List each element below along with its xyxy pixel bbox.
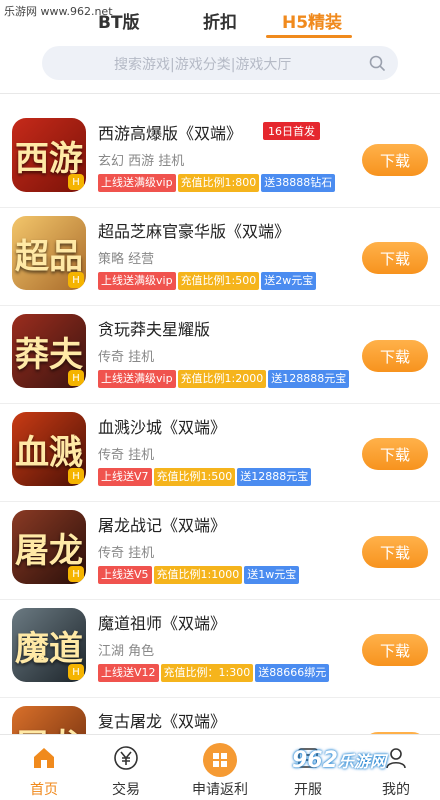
search-icon[interactable] [368, 54, 386, 72]
h5-badge-icon: H [68, 566, 84, 582]
nav-home[interactable]: 首页 [0, 735, 88, 800]
game-list-item[interactable]: 屠龙 H 屠龙战记《双端》 传奇 挂机 上线送V5 充值比例1:1000 送1w元宝… [0, 502, 440, 600]
nav-trade[interactable]: 交易 [82, 735, 170, 800]
game-title[interactable]: 超品芝麻官豪华版《双端》 [98, 218, 290, 242]
active-tab-indicator [266, 35, 352, 38]
perk-tag: 上线送V5 [98, 566, 152, 584]
game-genre: 策略 经营 [98, 252, 155, 267]
search-input[interactable]: 搜索游戏|游戏分类|游戏大厅 [42, 46, 398, 80]
game-list-item[interactable]: 西游 H 西游高爆版《双端》 16日首发 玄幻 西游 挂机 上线送满级vip 充值… [0, 110, 440, 208]
download-button[interactable]: 下载 [362, 144, 428, 176]
perk-tags: 上线送V7 充值比例1:500 送12888元宝 [98, 468, 312, 486]
perk-tags: 上线送满级vip 充值比例1:800 送38888钻石 [98, 174, 336, 192]
perk-tags: 上线送满级vip 充值比例1:2000 送128888元宝 [98, 370, 350, 388]
perk-tag: 上线送满级vip [98, 370, 176, 388]
perk-tag: 送38888钻石 [261, 174, 336, 192]
perk-tag: 上线送满级vip [98, 174, 176, 192]
perk-tag: 送88666绑元 [255, 664, 330, 682]
brand-logo: 962乐游网 [292, 748, 386, 773]
perk-tag: 充值比例1:800 [177, 174, 260, 192]
nav-open-server-label: 开服 [294, 782, 322, 798]
watermark: 乐游网 www.962.net [4, 5, 113, 18]
game-title[interactable]: 复古屠龙《双端》 [98, 708, 226, 732]
tab-h5[interactable]: H5精装 [282, 8, 342, 33]
game-icon[interactable]: 超品 H [12, 216, 86, 290]
nav-trade-label: 交易 [112, 782, 140, 798]
h5-badge-icon: H [68, 174, 84, 190]
perk-tag: 上线送V12 [98, 664, 159, 682]
perk-tags: 上线送满级vip 充值比例1:500 送2w元宝 [98, 272, 317, 290]
home-icon [34, 748, 54, 768]
perk-tag: 充值比例1:500 [153, 468, 236, 486]
launch-date-badge: 16日首发 [263, 122, 320, 140]
game-title[interactable]: 西游高爆版《双端》 [98, 120, 242, 144]
game-genre: 传奇 挂机 [98, 350, 155, 365]
game-list-item[interactable]: 超品 H 超品芝麻官豪华版《双端》 策略 经营 上线送满级vip 充值比例1:50… [0, 208, 440, 306]
perk-tag: 送1w元宝 [244, 566, 300, 584]
game-title[interactable]: 血溅沙城《双端》 [98, 414, 226, 438]
search-placeholder: 搜索游戏|游戏分类|游戏大厅 [114, 57, 292, 73]
perk-tag: 送2w元宝 [261, 272, 317, 290]
perk-tag: 充值比例：1:300 [160, 664, 254, 682]
yen-icon [114, 746, 138, 770]
nav-home-label: 首页 [30, 782, 58, 798]
user-icon [386, 748, 406, 769]
perk-tags: 上线送V5 充值比例1:1000 送1w元宝 [98, 566, 300, 584]
game-title[interactable]: 贪玩莽夫星耀版 [98, 316, 210, 340]
nav-rebate-label: 申请返利 [192, 782, 248, 798]
nav-mine-label: 我的 [382, 782, 410, 798]
game-icon[interactable]: 西游 H [12, 118, 86, 192]
download-button[interactable]: 下载 [362, 438, 428, 470]
game-genre: 传奇 挂机 [98, 448, 155, 463]
download-button[interactable]: 下载 [362, 634, 428, 666]
h5-badge-icon: H [68, 664, 84, 680]
perk-tag: 充值比例1:2000 [177, 370, 267, 388]
game-icon[interactable]: 屠龙 H [12, 510, 86, 584]
game-genre: 玄幻 西游 挂机 [98, 154, 185, 169]
game-title[interactable]: 魔道祖师《双端》 [98, 610, 226, 634]
perk-tags: 上线送V12 充值比例：1:300 送88666绑元 [98, 664, 330, 682]
perk-tag: 上线送V7 [98, 468, 152, 486]
download-button[interactable]: 下载 [362, 536, 428, 568]
h5-badge-icon: H [68, 370, 84, 386]
game-icon[interactable]: 血溅 H [12, 412, 86, 486]
perk-tag: 送12888元宝 [237, 468, 312, 486]
tab-discount[interactable]: 折扣 [203, 8, 237, 33]
game-list-item[interactable]: 魔道 H 魔道祖师《双端》 江湖 角色 上线送V12 充值比例：1:300 送886… [0, 600, 440, 698]
perk-tag: 上线送满级vip [98, 272, 176, 290]
perk-tag: 充值比例1:1000 [153, 566, 243, 584]
game-genre: 江湖 角色 [98, 644, 155, 659]
download-button[interactable]: 下载 [362, 242, 428, 274]
game-list-item[interactable]: 莽夫 H 贪玩莽夫星耀版 传奇 挂机 上线送满级vip 充值比例1:2000 送12… [0, 306, 440, 404]
game-genre: 传奇 挂机 [98, 546, 155, 561]
h5-badge-icon: H [68, 272, 84, 288]
game-icon[interactable]: 魔道 H [12, 608, 86, 682]
rebate-icon[interactable] [203, 743, 237, 777]
game-list-item[interactable]: 血溅 H 血溅沙城《双端》 传奇 挂机 上线送V7 充值比例1:500 送12888… [0, 404, 440, 502]
game-title[interactable]: 屠龙战记《双端》 [98, 512, 226, 536]
game-icon[interactable]: 莽夫 H [12, 314, 86, 388]
header-divider [0, 93, 440, 94]
download-button[interactable]: 下载 [362, 340, 428, 372]
h5-badge-icon: H [68, 468, 84, 484]
brand-number: 962 [292, 748, 338, 773]
brand-name: 乐游网 [337, 752, 386, 771]
perk-tag: 送128888元宝 [268, 370, 350, 388]
perk-tag: 充值比例1:500 [177, 272, 260, 290]
